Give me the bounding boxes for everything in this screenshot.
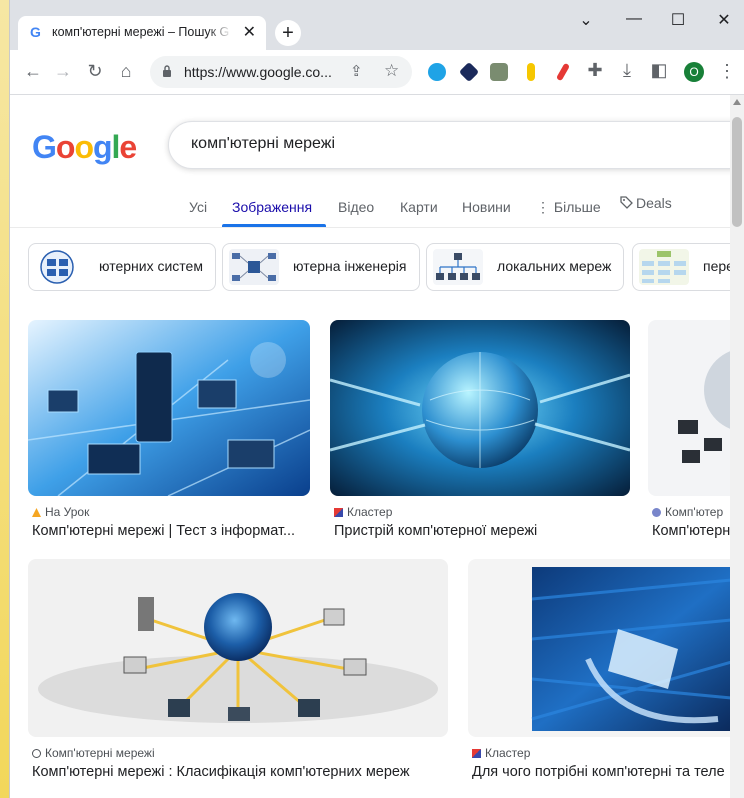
tab-title: комп'ютерні мережі – Пошук G xyxy=(52,25,232,39)
extension-chat-icon[interactable] xyxy=(428,63,446,81)
search-input[interactable]: комп'ютерні мережі xyxy=(168,121,730,169)
google-logo[interactable]: Google xyxy=(32,129,137,166)
reload-icon[interactable]: ↻ xyxy=(84,61,106,82)
chip-label: перед xyxy=(703,258,730,274)
source-globe-icon xyxy=(32,749,41,758)
image-result[interactable]: Комп'ютер Комп'ютерн xyxy=(648,320,730,550)
tag-icon xyxy=(620,196,633,209)
extension-hex-icon[interactable] xyxy=(458,61,480,83)
result-source[interactable]: На Урок xyxy=(32,505,89,519)
tabs-divider xyxy=(10,227,730,228)
result-title[interactable]: Комп'ютерн xyxy=(652,523,730,539)
tab-images[interactable]: Зображення xyxy=(232,199,312,215)
tab-more[interactable]: ⋮ Більше xyxy=(536,199,601,216)
new-tab-button[interactable]: + xyxy=(275,20,301,46)
share-icon[interactable]: ⇪ xyxy=(350,62,363,80)
result-image xyxy=(28,320,310,496)
result-image xyxy=(330,320,630,496)
logo-letter: o xyxy=(55,129,76,165)
source-label: Комп'ютерні мережі xyxy=(45,746,155,760)
chip-local-networks[interactable]: локальних мереж xyxy=(426,243,624,291)
related-chips: ютерних систем ютерна інженерія локальни… xyxy=(10,243,730,295)
logo-letter: g xyxy=(92,129,113,165)
browser-toolbar: ← → ↻ ⌂ https://www.google.co... ⇪ ☆ ✚ ⤓… xyxy=(10,50,744,95)
source-label: Кластер xyxy=(485,746,531,760)
google-favicon-icon: G xyxy=(30,24,41,40)
result-source[interactable]: Комп'ютерні мережі xyxy=(32,746,155,760)
search-results-page: Google комп'ютерні мережі Усі Зображення… xyxy=(10,95,730,798)
source-label: На Урок xyxy=(45,505,90,519)
background-strip xyxy=(0,0,10,798)
logo-letter: e xyxy=(119,129,137,165)
browser-tab[interactable]: G комп'ютерні мережі – Пошук G ✕ xyxy=(18,16,266,50)
extension-pen-icon[interactable] xyxy=(555,62,571,82)
tab-deals[interactable]: Deals xyxy=(620,195,672,211)
result-source[interactable]: Кластер xyxy=(334,505,392,519)
tab-deals-label: Deals xyxy=(636,195,672,211)
back-arrow-icon[interactable]: ← xyxy=(22,61,44,82)
browser-menu-icon[interactable]: ⋮ xyxy=(718,61,736,82)
browser-window: G комп'ютерні мережі – Пошук G ✕ + ⌄ — ☐… xyxy=(10,0,744,798)
result-title[interactable]: Пристрій комп'ютерної мережі xyxy=(334,523,630,539)
search-nav-tabs: Усі Зображення Відео Карти Новини ⋮ Біль… xyxy=(10,191,730,227)
download-icon[interactable]: ⤓ xyxy=(616,60,638,81)
tab-close-icon[interactable]: ✕ xyxy=(243,22,256,42)
chip-thumbnail xyxy=(639,249,689,285)
minimize-button[interactable]: — xyxy=(614,10,654,28)
maximize-button[interactable]: ☐ xyxy=(658,10,698,30)
url-text: https://www.google.co... xyxy=(184,64,332,80)
chip-thumbnail xyxy=(229,249,279,285)
source-label: Кластер xyxy=(347,505,393,519)
chip-computer-systems[interactable]: ютерних систем xyxy=(28,243,216,291)
chip-engineering[interactable]: ютерна інженерія xyxy=(222,243,420,291)
tab-search-chevron-icon[interactable]: ⌄ xyxy=(566,10,606,30)
chip-thumbnail xyxy=(433,249,483,285)
title-bar: G комп'ютерні мережі – Пошук G ✕ + ⌄ — ☐… xyxy=(10,0,744,50)
scrollbar-thumb[interactable] xyxy=(732,117,742,227)
chip-label: ютерних систем xyxy=(99,258,203,274)
profile-avatar[interactable]: O xyxy=(684,62,704,82)
chip-transmission[interactable]: перед xyxy=(632,243,730,291)
result-image xyxy=(28,559,448,737)
search-query: комп'ютерні мережі xyxy=(191,135,335,152)
chip-label: ютерна інженерія xyxy=(293,258,407,274)
chip-label: локальних мереж xyxy=(497,258,612,274)
image-result[interactable]: На Урок Комп'ютерні мережі | Тест з інфо… xyxy=(28,320,310,550)
address-bar[interactable]: https://www.google.co... ⇪ ☆ xyxy=(150,56,412,88)
scroll-up-arrow-icon[interactable] xyxy=(733,99,741,105)
tab-video[interactable]: Відео xyxy=(338,199,374,215)
side-panel-icon[interactable]: ◧ xyxy=(648,60,670,81)
source-label: Комп'ютер xyxy=(665,505,724,519)
result-title[interactable]: Для чого потрібні комп'ютерні та теле xyxy=(472,764,730,780)
page-scrollbar[interactable] xyxy=(730,95,744,798)
forward-arrow-icon[interactable]: → xyxy=(52,61,74,82)
tab-all[interactable]: Усі xyxy=(189,199,207,215)
bookmark-star-icon[interactable]: ☆ xyxy=(384,61,399,81)
close-window-button[interactable]: ✕ xyxy=(704,10,744,30)
source-favicon-icon xyxy=(334,508,343,517)
home-icon[interactable]: ⌂ xyxy=(115,61,137,82)
tab-news[interactable]: Новини xyxy=(462,199,511,215)
extension-marker-icon[interactable] xyxy=(527,63,535,81)
extensions-puzzle-icon[interactable]: ✚ xyxy=(584,60,606,81)
source-favicon-icon xyxy=(652,508,661,517)
image-result[interactable]: Кластер Пристрій комп'ютерної мережі xyxy=(330,320,630,550)
logo-letter: G xyxy=(32,129,57,165)
result-image xyxy=(648,320,730,496)
image-result[interactable]: Комп'ютерні мережі Комп'ютерні мережі : … xyxy=(28,559,448,789)
source-favicon-icon xyxy=(32,508,41,517)
logo-letter: o xyxy=(74,129,94,165)
source-favicon-icon xyxy=(472,749,481,758)
result-title[interactable]: Комп'ютерні мережі | Тест з інформат... xyxy=(32,523,312,539)
extension-translate-icon[interactable] xyxy=(490,63,508,81)
result-source[interactable]: Комп'ютер xyxy=(652,505,723,519)
tab-maps[interactable]: Карти xyxy=(400,199,438,215)
lock-icon xyxy=(163,65,171,77)
result-image xyxy=(468,559,730,737)
result-title[interactable]: Комп'ютерні мережі : Класифікація комп'ю… xyxy=(32,764,452,780)
chip-thumbnail xyxy=(40,250,74,284)
result-source[interactable]: Кластер xyxy=(472,746,530,760)
image-result[interactable]: Кластер Для чого потрібні комп'ютерні та… xyxy=(468,559,730,789)
